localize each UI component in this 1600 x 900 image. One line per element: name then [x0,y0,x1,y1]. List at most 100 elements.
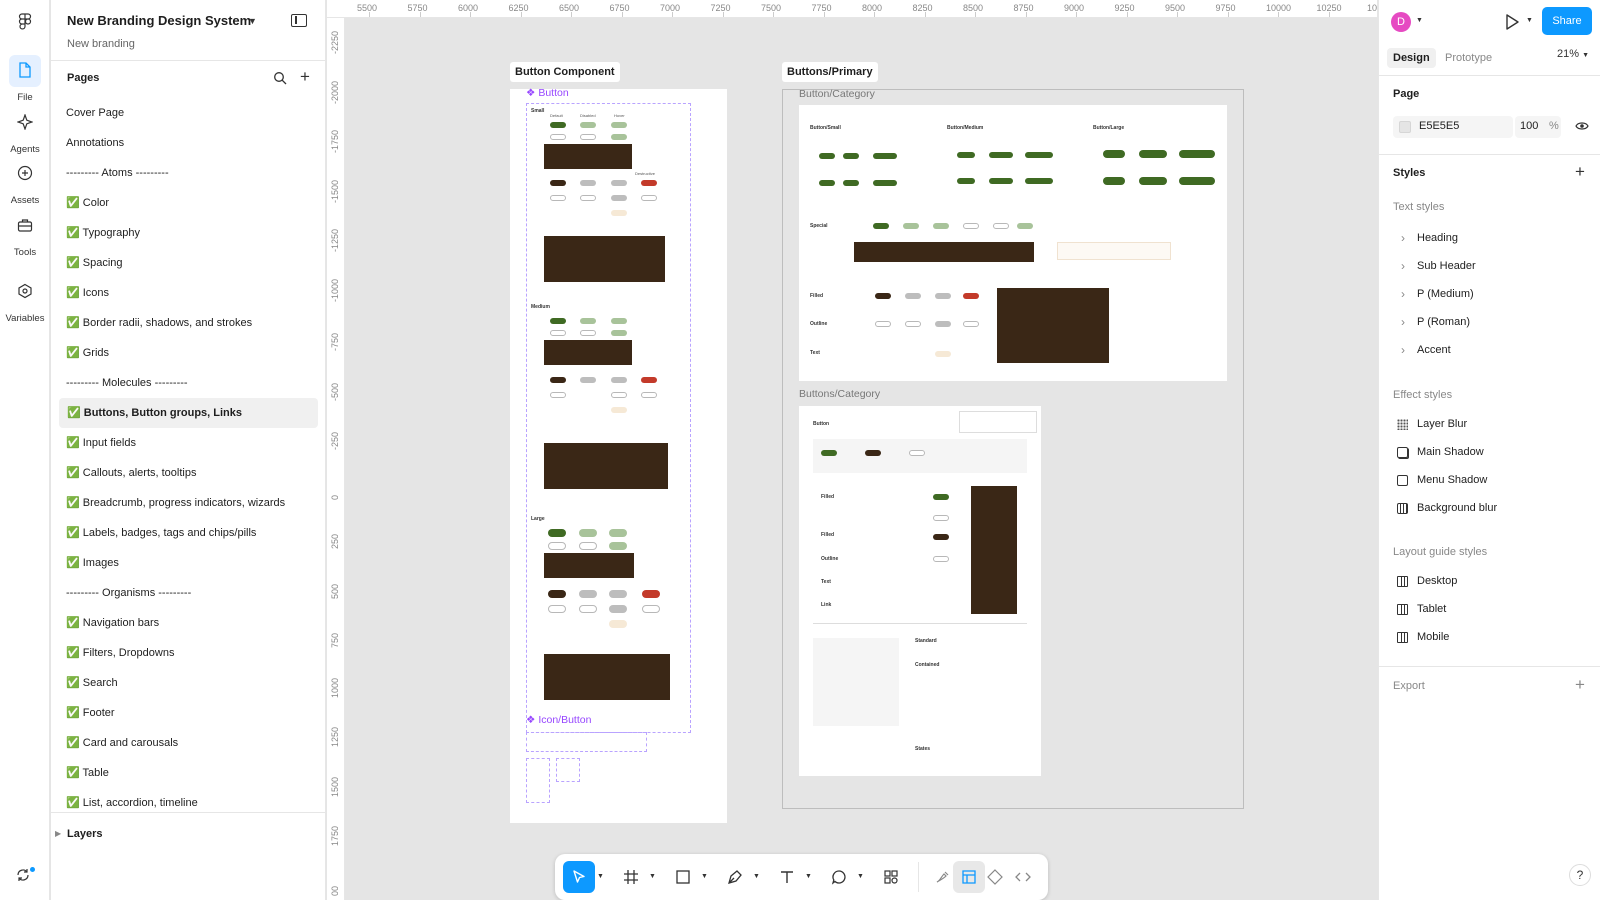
page-color-hex[interactable]: E5E5E5 [1419,120,1459,132]
avatar[interactable]: D [1391,12,1411,32]
page-item[interactable]: ✅ Table [51,758,326,788]
page-color-field[interactable]: E5E5E5 [1393,116,1513,138]
page-item[interactable]: ✅ List, accordion, timeline [51,788,326,810]
page-opacity-value[interactable]: 100 [1520,120,1538,132]
frame-label-button-component[interactable]: Button Component [510,62,620,82]
page-item[interactable]: --------- Atoms --------- [51,158,326,188]
pen-tool-button[interactable] [719,861,751,893]
page-item[interactable]: ✅ Search [51,668,326,698]
ruler-tick-label: 1250 [330,726,340,747]
canvas[interactable]: Button Component Buttons/Primary ❖ Butto… [346,19,1377,900]
page-item[interactable]: ✅ Labels, badges, tags and chips/pills [51,518,326,548]
effect-style-item[interactable]: Main Shadow [1393,442,1583,462]
chevron-down-icon[interactable]: ▼ [597,873,604,880]
page-item[interactable]: ✅ Navigation bars [51,608,326,638]
rail-item-assets[interactable]: Assets [0,158,50,206]
page-item[interactable]: Annotations [51,128,326,158]
chevron-down-icon[interactable]: ▼ [701,873,708,880]
layers-header[interactable]: Layers [67,828,102,840]
frame-label-buttons-primary[interactable]: Buttons/Primary [782,62,878,82]
text-tool-button[interactable] [771,861,803,893]
dev-mode-button[interactable] [1007,861,1039,893]
layout-guide-item[interactable]: Tablet [1393,599,1583,619]
mini-button [550,392,566,398]
category-card-2[interactable]: Button Filled Filled Outline Text Link S… [799,406,1041,776]
ruler-tick [722,12,724,17]
page-item[interactable]: ✅ Images [51,548,326,578]
chevron-right-icon[interactable]: › [1401,256,1405,276]
chevron-down-icon[interactable]: ▼ [649,873,656,880]
chevron-down-icon[interactable]: ▼ [805,873,812,880]
chevron-down-icon[interactable]: ▼ [248,16,257,26]
add-export-icon[interactable]: + [1575,675,1585,695]
share-button[interactable]: Share [1542,7,1592,35]
mini-button [933,515,949,521]
play-icon[interactable] [1503,13,1521,31]
page-item[interactable]: ✅ Card and carousals [51,728,326,758]
tab-design[interactable]: Design [1387,48,1436,68]
text-style-item[interactable]: › Accent [1393,340,1583,360]
file-title[interactable]: New Branding Design System [67,13,251,28]
page-item[interactable]: ✅ Filters, Dropdowns [51,638,326,668]
button-component-frame[interactable]: ❖ Button Small Default Disabled Hover De… [510,87,727,823]
chevron-down-icon[interactable]: ▼ [1416,17,1423,24]
layout-guide-item[interactable]: Desktop [1393,571,1583,591]
page-item[interactable]: ✅ Buttons, Button groups, Links [59,398,318,428]
comment-tool-button[interactable] [823,861,855,893]
page-item[interactable]: ✅ Border radii, shadows, and strokes [51,308,326,338]
page-item[interactable]: Cover Page [51,98,326,128]
zoom-level[interactable]: 21% ▼ [1557,48,1589,60]
frame-tool-button[interactable] [615,861,647,893]
text-style-item[interactable]: › P (Medium) [1393,284,1583,304]
page-item[interactable]: ✅ Breadcrumb, progress indicators, wizar… [51,488,326,518]
category-card-1[interactable]: Button/Small Button/Medium Button/Large … [799,105,1227,381]
move-tool-button[interactable] [563,861,595,893]
color-swatch[interactable] [1399,121,1411,133]
buttons-primary-frame[interactable]: Button/Category Button/Small Button/Medi… [782,88,1244,809]
ruler-tick-label: -1250 [330,228,340,252]
rail-item-variables[interactable]: Variables [0,276,50,324]
rail-item-file[interactable]: File [0,55,50,103]
effect-style-item[interactable]: Layer Blur [1393,414,1583,434]
figma-logo-icon[interactable] [15,12,35,32]
chevron-right-icon[interactable]: › [1401,312,1405,332]
page-item[interactable]: ✅ Spacing [51,248,326,278]
page-item[interactable]: ✅ Callouts, alerts, tooltips [51,458,326,488]
layout-guide-item[interactable]: Mobile [1393,627,1583,647]
text-style-item[interactable]: › Heading [1393,228,1583,248]
page-item[interactable]: ✅ Color [51,188,326,218]
chevron-down-icon[interactable]: ▼ [857,873,864,880]
actions-tool-button[interactable] [875,861,907,893]
page-item[interactable]: ✅ Icons [51,278,326,308]
shape-tool-button[interactable] [667,861,699,893]
page-item[interactable]: ✅ Typography [51,218,326,248]
chevron-down-icon[interactable]: ▼ [753,873,760,880]
eye-icon[interactable] [1575,121,1589,131]
effect-style-item[interactable]: Background blur [1393,498,1583,518]
sync-icon[interactable] [15,867,35,887]
search-icon[interactable] [273,71,287,85]
file-subtitle[interactable]: New branding [67,38,135,50]
chevron-right-icon[interactable]: › [1401,340,1405,360]
tab-prototype[interactable]: Prototype [1439,48,1498,68]
effect-style-label: Background blur [1417,502,1498,514]
sidebar-toggle-icon[interactable] [291,14,307,27]
chevron-right-icon[interactable]: › [1401,284,1405,304]
page-item[interactable]: ✅ Grids [51,338,326,368]
page-item[interactable]: ✅ Footer [51,698,326,728]
add-style-icon[interactable]: + [1575,162,1585,182]
chevron-right-icon[interactable]: › [1401,228,1405,248]
text-style-item[interactable]: › Sub Header [1393,256,1583,276]
chevron-right-icon[interactable]: ▶ [55,829,61,838]
text-style-item[interactable]: › P (Roman) [1393,312,1583,332]
page-item[interactable]: --------- Molecules --------- [51,368,326,398]
page-item[interactable]: ✅ Input fields [51,428,326,458]
page-opacity-field[interactable]: 100 % [1515,116,1561,138]
help-button[interactable]: ? [1569,864,1591,886]
rail-item-tools[interactable]: Tools [0,210,50,258]
rail-item-agents[interactable]: Agents [0,107,50,155]
effect-style-item[interactable]: Menu Shadow [1393,470,1583,490]
add-page-icon[interactable]: + [300,67,310,87]
chevron-down-icon[interactable]: ▼ [1526,17,1533,24]
page-item[interactable]: --------- Organisms --------- [51,578,326,608]
